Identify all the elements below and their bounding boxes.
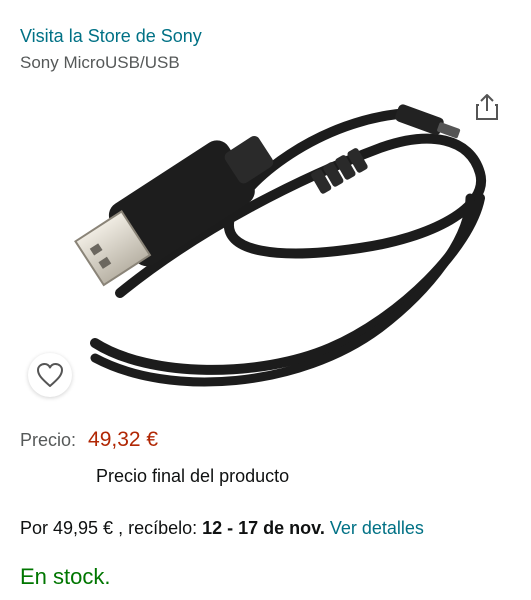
product-name: Sony MicroUSB/USB [20, 53, 180, 72]
heart-icon [37, 363, 63, 387]
price-row: Precio: 49,32 € [20, 428, 158, 452]
price-value: 49,32 € [88, 428, 159, 451]
usb-cable-image [74, 104, 487, 387]
price-final-note: Precio final del producto [96, 466, 290, 486]
details-link[interactable]: Ver detalles [330, 518, 424, 538]
share-button[interactable] [470, 90, 504, 124]
price-label: Precio: [20, 430, 77, 450]
delivery-info: Por 49,95 € , recíbelo: 12 - 17 de nov. … [20, 518, 424, 539]
wishlist-button[interactable] [28, 353, 72, 397]
share-icon [476, 94, 498, 120]
delivery-prefix: Por 49,95 € , recíbelo: [20, 518, 203, 538]
store-link[interactable]: Visita la Store de Sony [20, 26, 202, 47]
delivery-dates: 12 - 17 de nov. [202, 518, 325, 538]
product-image[interactable] [0, 78, 531, 408]
stock-status: En stock. [20, 564, 111, 589]
